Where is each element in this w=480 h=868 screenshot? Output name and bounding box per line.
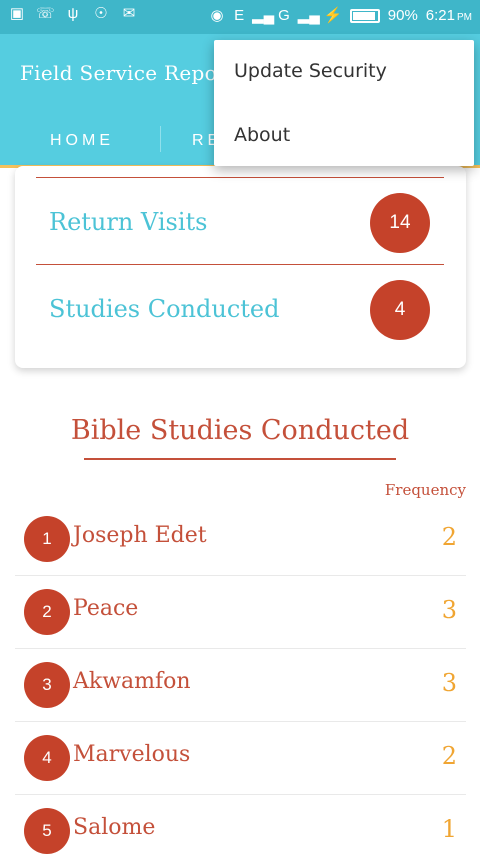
section-title: Bible Studies Conducted [70,415,410,446]
hotspot-icon: ☉ [94,5,108,22]
charging-icon: ⚡ [323,6,343,24]
overflow-menu: Update Security About [214,40,474,166]
row-name: Akwamfon [73,669,191,694]
network-type-label: E [234,7,245,24]
summary-card: Return Visits 14 Studies Conducted 4 [15,166,466,368]
system-icons: ◉ E ▂▄ G ▂▄ ⚡ 90% 6:21 PM [208,7,472,24]
row-index-badge: 3 [24,662,70,708]
return-visits-label: Return Visits [49,208,208,236]
studies-conducted-count: 4 [370,280,430,340]
frequency-header: Frequency [384,481,466,499]
network-type-label-2: G [278,7,290,24]
menu-item-about[interactable]: About [234,124,290,146]
row-index-badge: 5 [24,808,70,854]
row-frequency: 1 [441,815,457,843]
section-underline [84,458,396,460]
return-visits-count: 14 [370,193,430,253]
row-name: Peace [73,596,139,621]
list-item[interactable]: 5 Salome 1 [15,795,466,868]
row-name: Marvelous [73,742,191,767]
row-index-badge: 1 [24,516,70,562]
signal-icon-2: ▂▄ [297,6,320,24]
clock-time: 6:21 [425,7,455,24]
row-frequency: 3 [441,596,457,624]
row-index-badge: 2 [24,589,70,635]
battery-percent: 90% [387,7,418,24]
tab-divider [160,126,161,152]
row-name: Joseph Edet [73,523,207,548]
list-item[interactable]: 3 Akwamfon 3 [15,649,466,722]
list-item[interactable]: 2 Peace 3 [15,576,466,649]
row-frequency: 2 [441,742,457,770]
row-index-badge: 4 [24,735,70,781]
usb-icon: ψ [67,5,79,22]
studies-conducted-row[interactable]: Studies Conducted 4 [15,265,466,351]
clock-ampm: PM [457,12,472,23]
return-visits-row[interactable]: Return Visits 14 [15,178,466,264]
row-name: Salome [73,815,156,840]
app-title: Field Service Report [20,61,236,85]
row-frequency: 2 [441,523,457,551]
battery-icon [349,8,380,23]
status-bar: ▣ ☏ ψ ☉ ✉ ◉ E ▂▄ G ▂▄ ⚡ 90% 6:21 PM [0,0,480,34]
notification-icons: ▣ ☏ ψ ☉ ✉ [8,6,138,22]
tab-home[interactable]: HOME [50,112,114,165]
clock: 6:21 PM [426,7,472,24]
row-frequency: 3 [441,669,457,697]
whatsapp-icon: ☏ [36,5,55,22]
menu-item-update-security[interactable]: Update Security [234,60,387,82]
list-item[interactable]: 4 Marvelous 2 [15,722,466,795]
studies-conducted-label: Studies Conducted [49,295,280,323]
signal-icon: ▂▄ [252,6,275,24]
wifi-icon: ◉ [210,6,224,24]
chat-icon: ▣ [9,5,25,22]
list-item[interactable]: 1 Joseph Edet 2 [15,503,466,576]
mail-icon: ✉ [122,5,136,22]
